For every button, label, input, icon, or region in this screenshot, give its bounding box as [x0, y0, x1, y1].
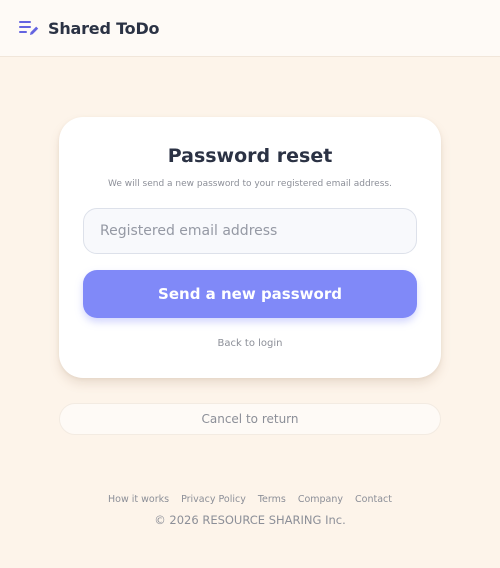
footer-links: How it works Privacy Policy Terms Compan… — [0, 494, 500, 505]
page-title: Password reset — [167, 145, 333, 167]
footer-link-company[interactable]: Company — [298, 494, 343, 505]
cancel-button[interactable]: Cancel to return — [59, 403, 441, 435]
page-subtitle: We will send a new password to your regi… — [108, 179, 392, 189]
list-edit-icon — [19, 19, 39, 37]
copyright: © 2026 RESOURCE SHARING Inc. — [154, 513, 346, 527]
footer-link-terms[interactable]: Terms — [258, 494, 286, 505]
send-new-password-button[interactable]: Send a new password — [83, 270, 417, 318]
footer-link-how-it-works[interactable]: How it works — [108, 494, 169, 505]
password-reset-card: Password reset We will send a new passwo… — [59, 117, 441, 378]
email-field[interactable] — [83, 208, 417, 254]
app-title[interactable]: Shared ToDo — [48, 19, 160, 38]
footer-link-privacy-policy[interactable]: Privacy Policy — [181, 494, 246, 505]
back-to-login-link[interactable]: Back to login — [59, 338, 441, 349]
footer-link-contact[interactable]: Contact — [355, 494, 392, 505]
app-header: Shared ToDo — [0, 0, 500, 57]
